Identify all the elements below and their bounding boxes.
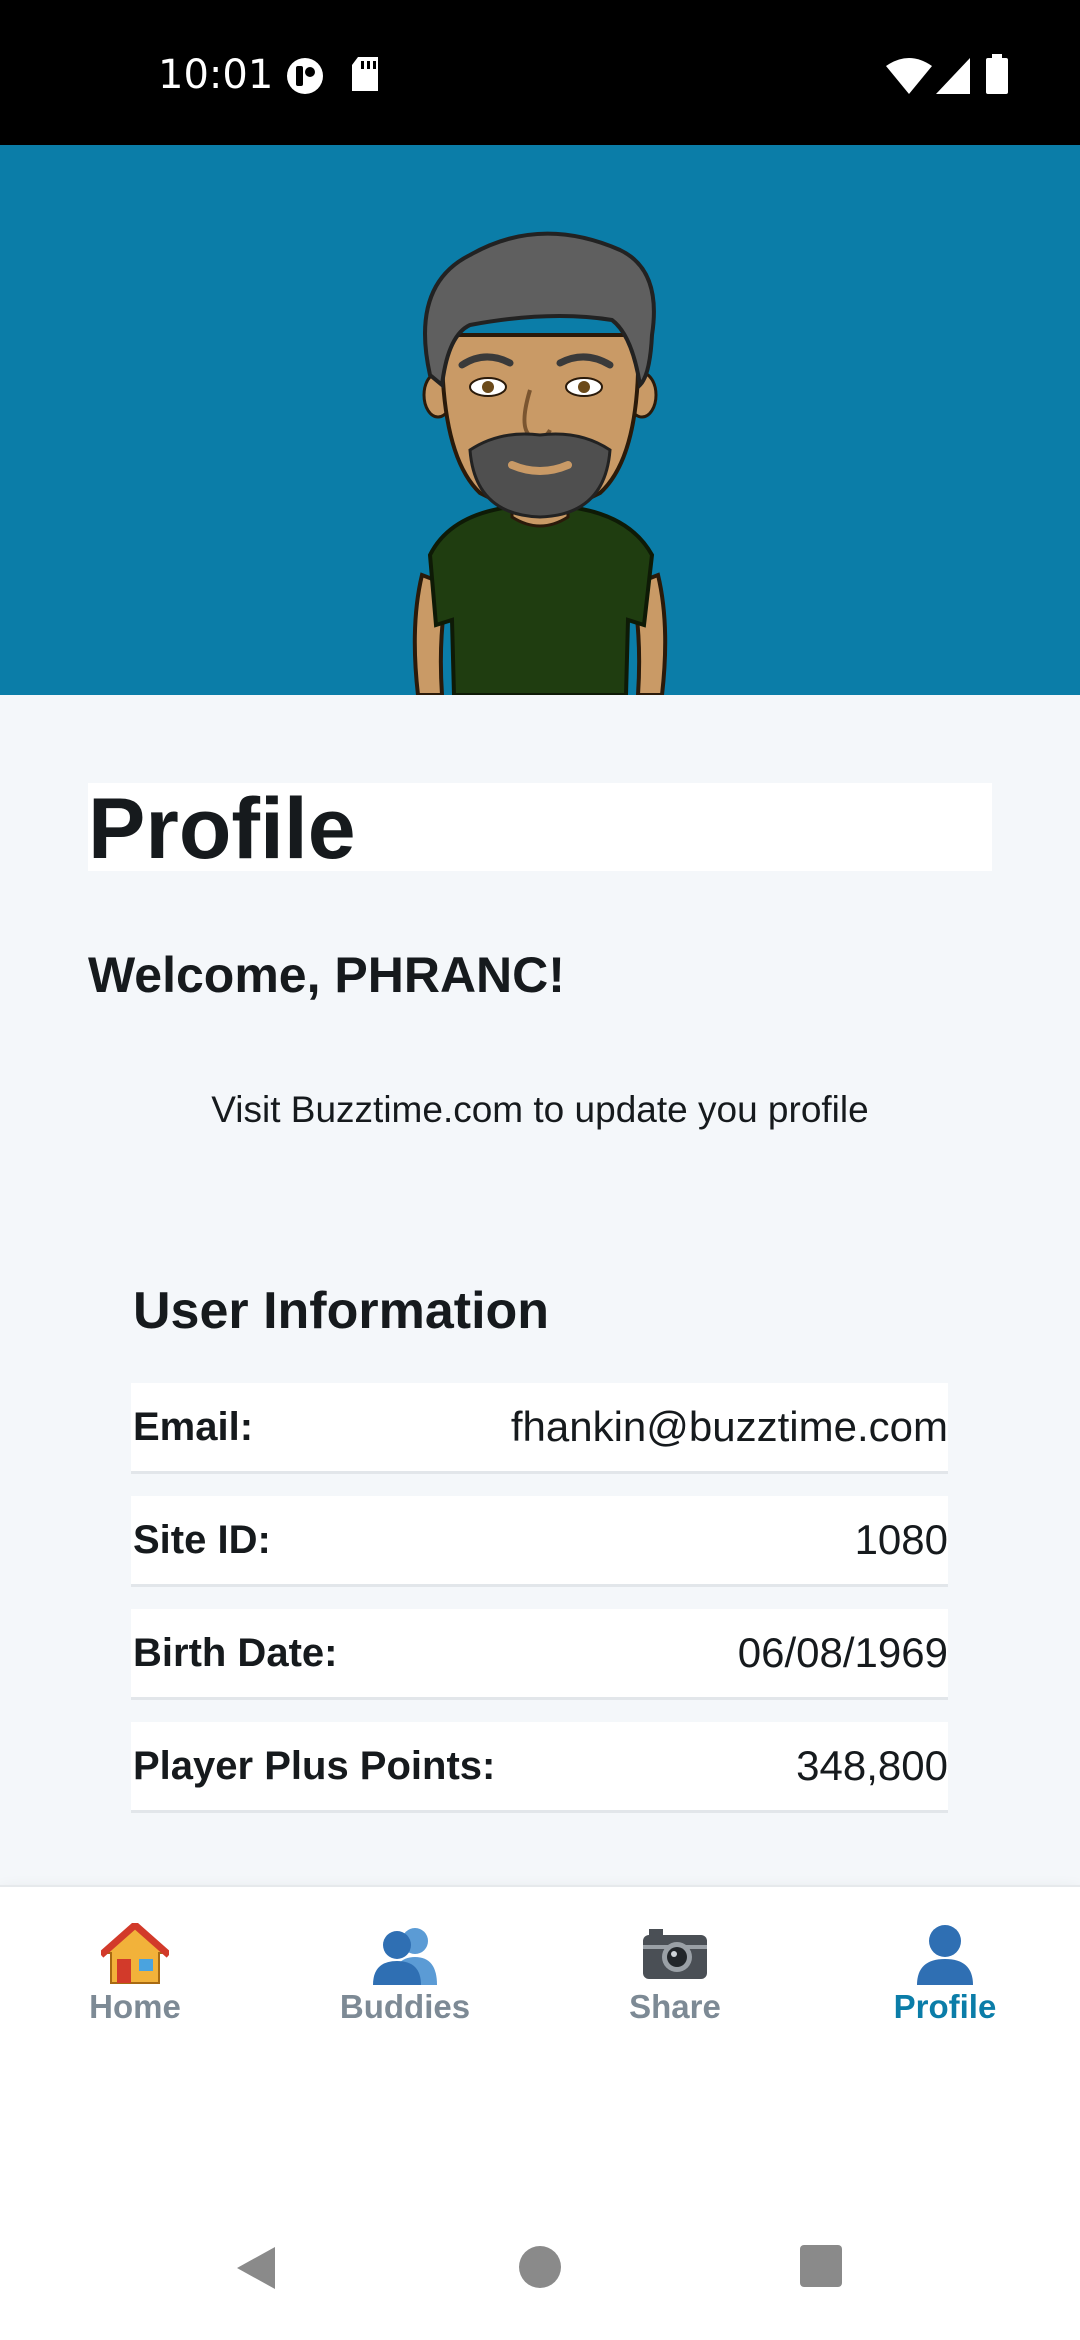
email-value: fhankin@buzztime.com bbox=[510, 1403, 948, 1450]
tab-buddies-label: Buddies bbox=[339, 1988, 471, 2025]
page-title: Profile bbox=[88, 781, 356, 877]
birth-date-label: Birth Date: bbox=[133, 1631, 338, 1675]
birth-date-value: 06/08/1969 bbox=[737, 1629, 948, 1676]
status-time: 10:01 bbox=[158, 52, 274, 98]
tab-home[interactable]: Home bbox=[0, 1887, 270, 2077]
battery-icon bbox=[986, 54, 1008, 99]
home-circle-icon[interactable] bbox=[518, 2245, 562, 2294]
user-information-list: Email: fhankin@buzztime.com Site ID: 108… bbox=[131, 1383, 948, 1835]
update-profile-note: Visit Buzztime.com to update you profile bbox=[211, 1089, 869, 1130]
birth-date-row: Birth Date: 06/08/1969 bbox=[131, 1609, 948, 1700]
site-id-label: Site ID: bbox=[133, 1518, 271, 1562]
sd-card-icon bbox=[350, 57, 380, 98]
tab-home-label: Home bbox=[89, 1988, 181, 2025]
person-icon bbox=[917, 1925, 973, 1985]
site-id-row: Site ID: 1080 bbox=[131, 1496, 948, 1587]
camera-icon bbox=[643, 1929, 707, 1979]
wifi-icon bbox=[886, 58, 932, 99]
email-row: Email: fhankin@buzztime.com bbox=[131, 1383, 948, 1474]
site-id-value: 1080 bbox=[854, 1516, 948, 1563]
notification-app-icon bbox=[285, 56, 325, 101]
back-icon[interactable] bbox=[235, 2245, 277, 2296]
page-title-box: Profile bbox=[88, 783, 992, 875]
status-bar: 10:01 bbox=[0, 0, 1080, 145]
tab-profile[interactable]: Profile bbox=[810, 1887, 1080, 2077]
welcome-message: Welcome, PHRANC! bbox=[88, 947, 565, 1003]
email-label: Email: bbox=[133, 1405, 254, 1449]
tab-buddies[interactable]: Buddies bbox=[270, 1887, 540, 2077]
bottom-tab-bar: Home Buddies Share Profile bbox=[0, 1885, 1080, 2077]
player-plus-points-value: 348,800 bbox=[796, 1742, 948, 1789]
people-icon bbox=[373, 1928, 437, 1985]
tab-share[interactable]: Share bbox=[540, 1887, 810, 2077]
player-plus-points-row: Player Plus Points: 348,800 bbox=[131, 1722, 948, 1813]
user-information-heading: User Information bbox=[133, 1282, 550, 1340]
signal-icon bbox=[936, 58, 970, 99]
tab-share-label: Share bbox=[629, 1988, 721, 2025]
house-icon bbox=[101, 1923, 169, 1984]
user-avatar bbox=[412, 231, 668, 695]
tab-profile-label: Profile bbox=[893, 1988, 997, 2025]
profile-banner bbox=[0, 145, 1080, 695]
profile-content: Profile Welcome, PHRANC! Visit Buzztime.… bbox=[0, 695, 1080, 1885]
system-navigation-bar bbox=[0, 2075, 1080, 2340]
recents-square-icon[interactable] bbox=[800, 2245, 842, 2292]
player-plus-points-label: Player Plus Points: bbox=[133, 1744, 496, 1788]
